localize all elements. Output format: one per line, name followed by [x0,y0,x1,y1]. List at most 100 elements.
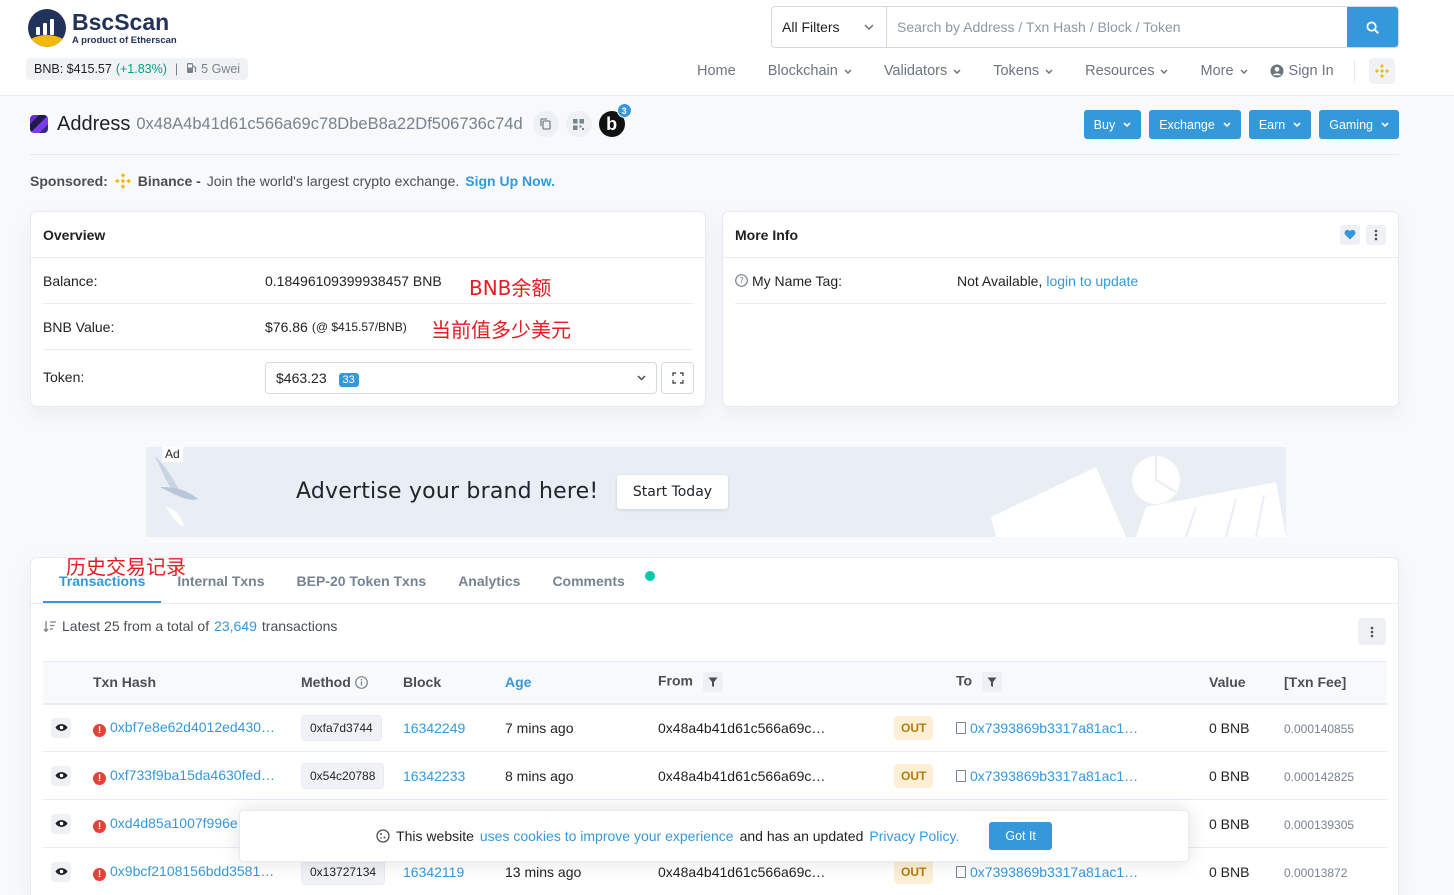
block-link[interactable]: 16342249 [403,720,465,736]
gaming-label: Gaming [1329,117,1373,132]
block-link[interactable]: 16342119 [403,864,464,880]
sign-in-link[interactable]: Sign In [1270,63,1334,79]
qr-code-button[interactable] [565,111,592,137]
nav-blockchain[interactable]: Blockchain [768,63,852,79]
nav-validators[interactable]: Validators [884,63,961,79]
exchange-button[interactable]: Exchange [1149,110,1241,139]
nav-tokens[interactable]: Tokens [993,63,1053,79]
tab-comments[interactable]: Comments [536,571,655,603]
txn-hash-link[interactable]: 0xbf7e8e62d4012ed430… [110,719,275,735]
col-method: Method [293,661,395,705]
tab-internal-label: Internal Txns [177,573,265,589]
txn-hash-link[interactable]: 0x9bcf2108156bdd3581… [110,863,274,879]
tab-analytics[interactable]: Analytics [442,573,536,603]
txn-options-button[interactable] [1358,618,1386,645]
more-options-button[interactable] [1366,224,1386,245]
bnb-network-button[interactable] [1368,58,1395,84]
name-tag-row: ? My Name Tag: Not Available, login to u… [735,258,1386,304]
col-block: Block [395,661,497,705]
to-filter-button[interactable] [981,672,1002,693]
bscscan-logo[interactable]: BscScan A product of Etherscan [28,9,177,47]
buy-button[interactable]: Buy [1083,110,1142,139]
overview-header: Overview [31,212,705,258]
more-info-header: More Info [723,212,1398,258]
value-cell: 0 BNB [1201,847,1276,895]
sponsored-brand: Binance - [137,173,201,189]
failed-txn-icon: ! [93,819,106,833]
bnb-price: BNB: $415.57 [34,62,112,76]
col-from: From [650,661,886,705]
blockscan-chat-badge[interactable]: b 3 [598,103,632,137]
to-address-link[interactable]: 0x7393869b3317a81ac1… [970,768,1138,784]
method-badge: 0x13727134 [301,858,386,885]
chevron-down-icon [1240,68,1248,74]
sponsored-banner: Sponsored: Binance - Join the world's la… [30,172,555,190]
view-details-button[interactable] [51,813,71,834]
tab-bar: Transactions Internal Txns BEP-20 Token … [31,558,1398,604]
search-filter-select[interactable]: All Filters [772,7,887,47]
col-to: To [948,661,1201,705]
heart-icon [1344,229,1356,240]
sponsored-signup-link[interactable]: Sign Up Now. [465,173,555,189]
watchlist-button[interactable] [1340,224,1360,245]
col-age[interactable]: Age [497,661,650,705]
cookie-text-1: This website [396,828,474,844]
txn-hash-link[interactable]: 0xd4d85a1007f996e [110,815,238,831]
tab-comments-label: Comments [552,573,625,589]
failed-txn-icon: ! [93,771,106,785]
tab-bep20-token-txns[interactable]: BEP-20 Token Txns [281,573,443,603]
col-method-label: Method [301,674,351,691]
nav-home[interactable]: Home [697,63,736,79]
view-details-button[interactable] [51,861,71,882]
search-input[interactable] [887,7,1347,47]
nav-resources[interactable]: Resources [1085,63,1169,79]
start-today-button[interactable]: Start Today [617,475,728,509]
info-circle-icon[interactable] [354,676,368,690]
search-button[interactable] [1347,7,1398,47]
sponsored-label: Sponsored: [30,173,108,189]
privacy-policy-link[interactable]: Privacy Policy. [869,828,959,844]
from-filter-button[interactable] [702,672,723,693]
direction-badge: OUT [894,715,934,740]
eye-icon [55,724,67,732]
token-holdings-dropdown[interactable]: $463.23 33 [265,362,657,394]
view-details-button[interactable] [51,765,71,786]
cookie-policy-link[interactable]: uses cookies to improve your experience [480,828,734,844]
fee-cell: 0.000142825 [1284,769,1355,784]
expand-token-button[interactable] [661,362,694,394]
balance-label: Balance: [43,272,98,289]
got-it-button[interactable]: Got It [989,822,1052,850]
earn-button[interactable]: Earn [1248,110,1312,139]
age-cell: 7 mins ago [497,703,650,752]
blockscan-letter: b [606,113,618,134]
search-filter-label: All Filters [782,19,840,35]
txn-hash-link[interactable]: 0xf733f9ba15da4630fed… [110,767,275,783]
ad-headline: Advertise your brand here! [296,479,599,504]
address-hash[interactable]: 0x48A4b41d61c566a69c78DbeB8a22Df506736c7… [136,115,522,134]
token-label: Token: [43,369,85,385]
ad-banner[interactable]: Ad Advertise your brand here! Start Toda… [146,447,1286,537]
value-cell: 0 BNB [1201,799,1276,848]
overview-card: Overview Balance: 0.18496109399938457 BN… [30,211,706,407]
logo-tagline: A product of Etherscan [72,35,177,46]
cookie-text-2: and has an updated [739,828,864,844]
gaming-button[interactable]: Gaming [1319,110,1399,139]
summary-total-link[interactable]: 23,649 [214,618,257,634]
annotation-history: 历史交易记录 [66,555,186,579]
action-buttons: Buy Exchange Earn Gaming [1083,110,1399,139]
login-to-update-link[interactable]: login to update [1046,273,1138,289]
block-link[interactable]: 16342233 [403,768,465,784]
nav-more[interactable]: More [1200,63,1248,79]
to-address-link[interactable]: 0x7393869b3317a81ac1… [970,864,1138,880]
more-info-card: More Info ? My Name Tag: Not Available, … [722,211,1399,407]
view-details-button[interactable] [51,717,71,738]
copy-address-button[interactable] [532,111,559,137]
age-cell: 8 mins ago [497,751,650,800]
table-header-row: Txn Hash Method Block Age From To Value … [43,661,1387,705]
fee-cell: 0.00013872 [1284,865,1348,880]
nav-validators-label: Validators [883,63,948,79]
to-address-link[interactable]: 0x7393869b3317a81ac1… [970,720,1138,736]
leaf-decoration-icon [154,455,198,527]
exchange-label: Exchange [1159,117,1215,132]
user-circle-icon [1270,64,1284,78]
